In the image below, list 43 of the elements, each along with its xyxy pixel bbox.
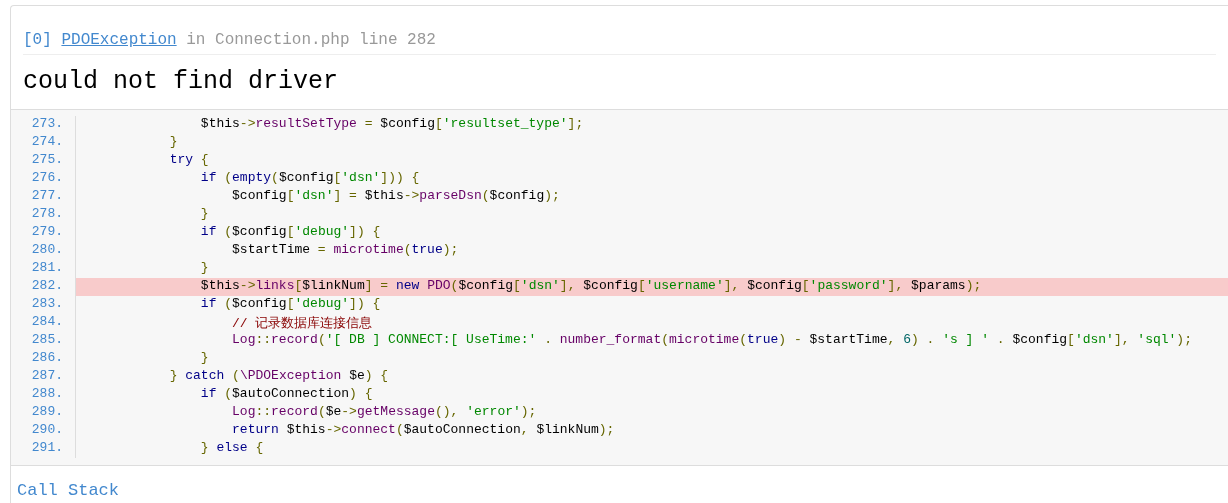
line-number: 277. bbox=[31, 188, 63, 203]
line-number: 285. bbox=[31, 332, 63, 347]
code-line: $this->resultSetType = $config['resultset_type']; bbox=[199, 116, 584, 131]
exception-index: [0] bbox=[23, 30, 52, 50]
code-line: Log::record('[ DB ] CONNECT:[ UseTime:' . number_format(microtime(true) - $startTime, 6) . 's ] ' . $config['dsn'], 'sql'); bbox=[231, 332, 1192, 347]
code-line: $this->links[$linkNum] = new PDO($config['dsn'], $config['username'], $config['password'], $params); bbox=[199, 278, 982, 293]
code-line: } bbox=[168, 134, 178, 149]
exception-link[interactable]: PDOException bbox=[61, 30, 177, 50]
code-line: if (empty($config['dsn'])) { bbox=[199, 170, 420, 185]
error-message: could not find driver bbox=[23, 66, 339, 98]
line-number: 288. bbox=[31, 386, 63, 401]
line-number: 287. bbox=[31, 368, 63, 383]
code-line: $startTime = microtime(true); bbox=[231, 242, 459, 257]
call-stack-heading: Call Stack bbox=[17, 481, 120, 500]
code-line: if ($config['debug']) { bbox=[199, 296, 381, 311]
line-number: 273. bbox=[31, 116, 63, 131]
code-line: if ($autoConnection) { bbox=[199, 386, 373, 401]
line-number: 281. bbox=[31, 260, 63, 275]
code-line: return $this->connect($autoConnection, $linkNum); bbox=[231, 422, 615, 437]
code-line: } catch (\PDOException $e) { bbox=[168, 368, 389, 383]
line-number: 279. bbox=[31, 224, 63, 239]
line-number: 275. bbox=[31, 152, 63, 167]
code-line: // 记录数据库连接信息 bbox=[231, 315, 373, 332]
code-line: } bbox=[199, 350, 209, 365]
exception-location: in Connection.php line 282 bbox=[186, 30, 436, 50]
code-line: $config['dsn'] = $this->parseDsn($config); bbox=[231, 188, 560, 203]
line-number: 278. bbox=[31, 206, 63, 221]
line-number: 291. bbox=[31, 440, 63, 455]
line-number: 283. bbox=[31, 296, 63, 311]
line-number: 276. bbox=[31, 170, 63, 185]
code-line: } bbox=[199, 260, 209, 275]
line-number: 284. bbox=[31, 314, 63, 329]
line-number: 282. bbox=[31, 278, 63, 293]
line-number: 274. bbox=[31, 134, 63, 149]
code-line: Log::record($e->getMessage(), 'error'); bbox=[231, 404, 537, 419]
code-line: } else { bbox=[199, 440, 264, 455]
line-number: 290. bbox=[31, 422, 63, 437]
code-line: if ($config['debug']) { bbox=[199, 224, 381, 239]
line-number: 289. bbox=[31, 404, 63, 419]
line-number: 286. bbox=[31, 350, 63, 365]
line-number: 280. bbox=[31, 242, 63, 257]
code-line: try { bbox=[168, 152, 209, 167]
code-line: } bbox=[199, 206, 209, 221]
